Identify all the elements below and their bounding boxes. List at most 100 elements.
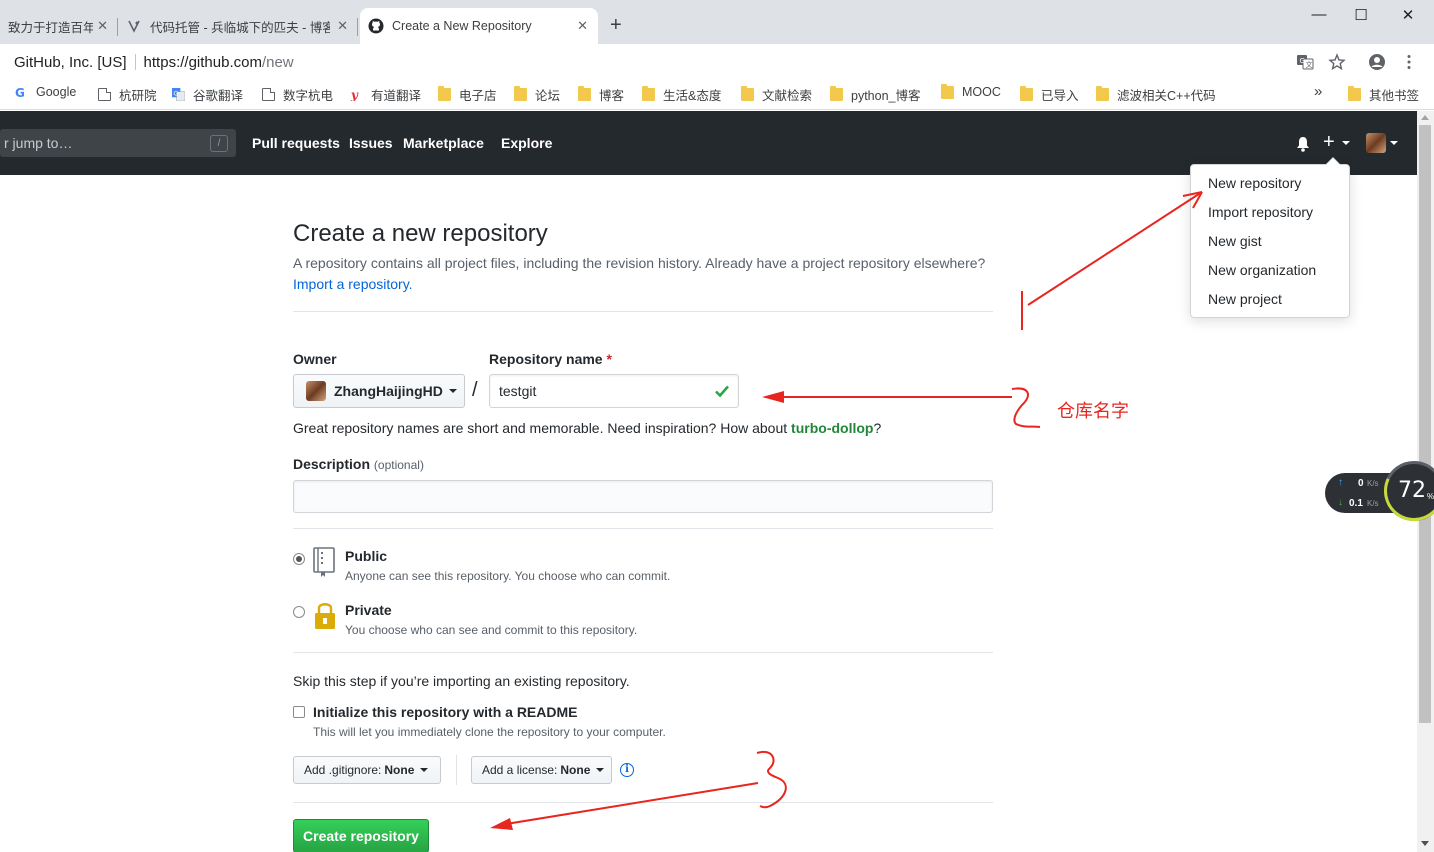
visibility-public-title: Public <box>345 548 388 564</box>
bookmarks-overflow-button[interactable]: » <box>1314 83 1322 100</box>
bookmark-label: 滤波相关C++代码 <box>1117 89 1216 103</box>
lock-icon <box>315 603 335 629</box>
license-select[interactable]: Add a license: None <box>471 756 612 784</box>
browser-tab-active[interactable]: Create a New Repository ✕ <box>360 8 598 44</box>
bookmark-item[interactable]: 滤波相关C++代码 <box>1096 85 1216 104</box>
page-lead: A repository contains all project files,… <box>293 255 986 271</box>
svg-text:G: G <box>173 89 178 97</box>
bookmark-item[interactable]: python_博客 <box>830 85 920 104</box>
svg-text:G: G <box>1300 57 1305 65</box>
chevron-down-icon <box>420 768 429 772</box>
youdao-icon: y <box>350 88 359 101</box>
tab-close-icon[interactable]: ✕ <box>97 18 108 34</box>
scroll-up-arrow-icon[interactable] <box>1421 115 1429 120</box>
translate-icon[interactable]: G文 <box>1296 53 1314 71</box>
import-repository-link[interactable]: Import a repository. <box>293 276 413 292</box>
nav-pull-requests[interactable]: Pull requests <box>252 135 340 151</box>
tab-close-icon[interactable]: ✕ <box>337 18 348 34</box>
upload-unit: K/s <box>1367 479 1379 488</box>
bookmark-item[interactable]: G 谷歌翻译 <box>172 85 243 104</box>
gauge-percent-unit: % <box>1427 492 1434 501</box>
chevron-down-icon <box>1342 141 1350 145</box>
folder-icon <box>514 86 527 101</box>
tab-close-icon[interactable]: ✕ <box>577 18 588 34</box>
divider <box>293 528 993 529</box>
create-repository-button[interactable]: Create repository <box>293 819 429 852</box>
scroll-down-arrow-icon[interactable] <box>1421 841 1429 846</box>
bookmark-item[interactable]: 论坛 <box>514 85 560 104</box>
menu-new-project[interactable]: New project <box>1208 291 1282 307</box>
annotation-arrow-1 <box>1021 191 1203 330</box>
name-suggestion[interactable]: turbo-dollop <box>791 420 873 436</box>
bookmark-item[interactable]: 文献检索 <box>741 85 812 104</box>
bookmark-item[interactable]: MOOC <box>941 83 1001 99</box>
tab-title: 代码托管 - 兵临城下的匹夫 - 博客 <box>150 20 330 35</box>
menu-new-repository[interactable]: New repository <box>1208 175 1301 191</box>
maximize-button[interactable]: ☐ <box>1338 6 1384 24</box>
init-readme-label[interactable]: Initialize this repository with a README <box>313 704 577 720</box>
info-icon[interactable]: i <box>620 763 634 777</box>
menu-new-organization[interactable]: New organization <box>1208 262 1316 278</box>
folder-icon <box>941 83 954 99</box>
owner-select[interactable]: ZhangHaijingHD <box>293 374 465 408</box>
visibility-private-note: You choose who can see and commit to thi… <box>345 623 638 637</box>
init-readme-note: This will let you immediately clone the … <box>313 725 666 739</box>
bookmark-label: 杭研院 <box>119 89 157 103</box>
repository-name-input[interactable]: testgit <box>489 374 739 408</box>
address-bar[interactable]: GitHub, Inc. [US] https://github.com/new <box>0 48 1365 76</box>
radio-private[interactable] <box>293 606 305 618</box>
bookmark-item[interactable]: 数字杭电 <box>262 85 333 104</box>
bookmark-star-icon[interactable] <box>1328 53 1346 71</box>
bookmark-item[interactable]: G Google <box>15 85 76 99</box>
notifications-bell-icon[interactable] <box>1296 136 1310 152</box>
repo-name-hint: Great repository names are short and mem… <box>293 420 881 436</box>
bookmark-item[interactable]: 已导入 <box>1020 85 1079 104</box>
chevron-down-icon <box>596 768 605 772</box>
search-input[interactable]: r jump to… / <box>0 129 236 157</box>
site-certificate-org[interactable]: GitHub, Inc. [US] <box>14 54 127 71</box>
bookmark-item[interactable]: 博客 <box>578 85 624 104</box>
license-value: None <box>560 763 591 777</box>
folder-icon <box>438 86 451 101</box>
menu-new-gist[interactable]: New gist <box>1208 233 1262 249</box>
bookmark-item[interactable]: 生活&态度 <box>642 85 721 104</box>
search-placeholder: r jump to… <box>4 135 73 151</box>
page-title: Create a new repository <box>293 220 548 247</box>
init-readme-checkbox[interactable] <box>293 706 305 718</box>
menu-import-repository[interactable]: Import repository <box>1208 204 1313 220</box>
bookmark-item[interactable]: 电子店 <box>438 85 497 104</box>
license-prefix: Add a license: <box>482 763 558 777</box>
google-icon: G <box>15 86 25 99</box>
minimize-button[interactable]: — <box>1296 6 1342 23</box>
nav-explore[interactable]: Explore <box>501 135 552 151</box>
divider <box>293 311 993 312</box>
bookmark-item[interactable]: y 有道翻译 <box>350 85 421 104</box>
nav-issues[interactable]: Issues <box>349 135 393 151</box>
gitignore-select[interactable]: Add .gitignore: None <box>293 756 441 784</box>
user-avatar[interactable] <box>1366 133 1386 153</box>
description-input[interactable] <box>293 480 993 513</box>
browser-tab[interactable]: 致力于打造百年 ✕ <box>0 8 118 44</box>
radio-public[interactable] <box>293 553 305 565</box>
close-window-button[interactable]: ✕ <box>1385 6 1431 24</box>
browser-tab-strip: 致力于打造百年 ✕ 代码托管 - 兵临城下的匹夫 - 博客 ✕ Create a… <box>0 0 1434 44</box>
bookmark-label: 数字杭电 <box>283 89 334 103</box>
menu-kebab-icon[interactable] <box>1400 53 1418 71</box>
github-favicon-icon <box>368 18 384 34</box>
create-new-plus-icon[interactable]: + <box>1323 131 1335 154</box>
nav-marketplace[interactable]: Marketplace <box>403 135 484 151</box>
owner-avatar <box>306 381 326 401</box>
browser-tab[interactable]: 代码托管 - 兵临城下的匹夫 - 博客 ✕ <box>118 8 358 44</box>
tab-title: 致力于打造百年 <box>8 20 93 35</box>
bookmark-label: 电子店 <box>459 89 497 103</box>
new-tab-button[interactable]: + <box>610 15 622 35</box>
other-bookmarks[interactable]: 其他书签 <box>1348 85 1419 104</box>
memory-gauge[interactable]: 72 % <box>1375 452 1434 530</box>
owner-repo-separator: / <box>472 379 478 401</box>
description-label: Description (optional) <box>293 456 424 472</box>
site-favicon-icon <box>128 20 140 33</box>
scroll-thumb[interactable] <box>1419 125 1431 723</box>
repository-name-value: testgit <box>499 383 537 399</box>
bookmark-item[interactable]: 杭研院 <box>98 85 157 104</box>
profile-icon[interactable] <box>1368 53 1386 71</box>
